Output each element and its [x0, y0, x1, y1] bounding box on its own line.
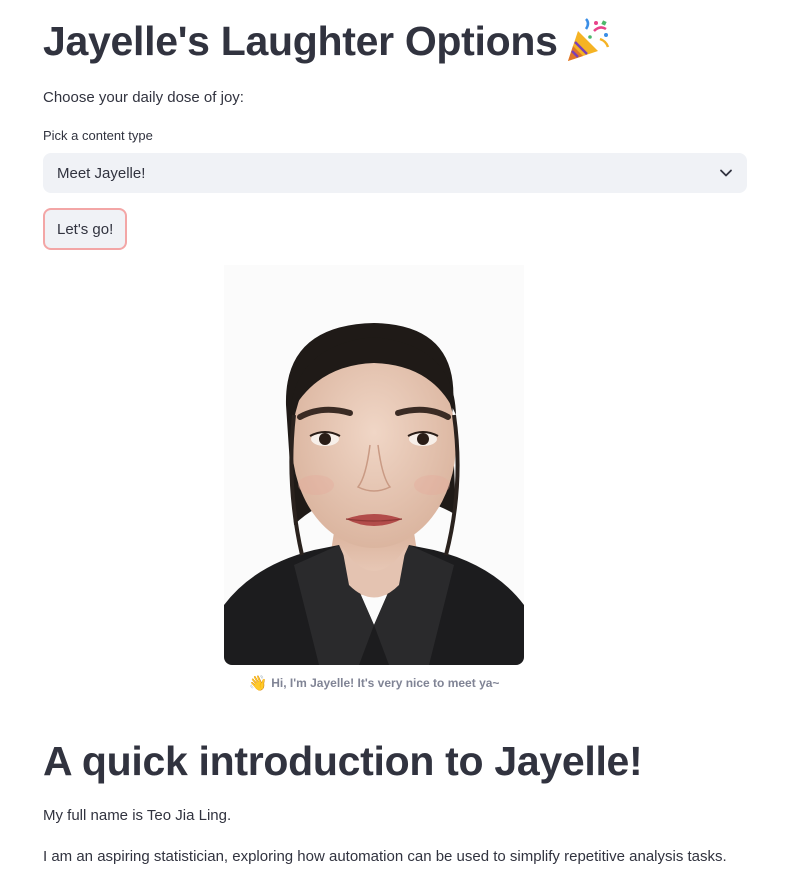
page-title: Jayelle's Laughter Options — [43, 14, 612, 68]
page-title-text: Jayelle's Laughter Options — [43, 18, 558, 64]
content-type-select[interactable]: Meet Jayelle! — [43, 153, 747, 193]
intro-paragraph: I am an aspiring statistician, exploring… — [43, 848, 727, 865]
photo-caption-text: Hi, I'm Jayelle! It's very nice to meet … — [271, 676, 500, 690]
portrait-image — [224, 265, 524, 665]
content-type-label: Pick a content type — [43, 128, 153, 143]
intro-heading: A quick introduction to Jayelle! — [43, 738, 643, 784]
party-popper-icon — [567, 18, 609, 61]
waving-hand-icon: 👋 — [248, 675, 268, 692]
portrait-photo — [224, 265, 524, 665]
chevron-down-icon — [720, 169, 732, 177]
lets-go-button[interactable]: Let's go! — [43, 208, 128, 250]
content-type-selected-value: Meet Jayelle! — [57, 164, 146, 182]
page-subtitle: Choose your daily dose of joy: — [43, 89, 244, 106]
photo-caption: 👋 Hi, I'm Jayelle! It's very nice to mee… — [43, 674, 705, 692]
intro-paragraph: My full name is Teo Jia Ling. — [43, 807, 232, 824]
